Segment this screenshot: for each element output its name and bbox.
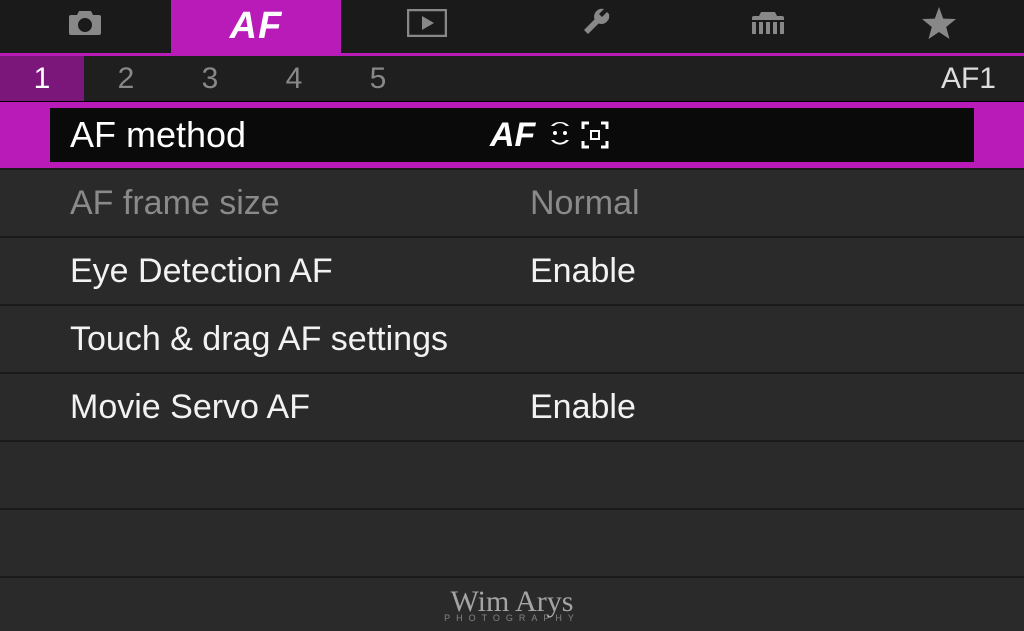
menu-label: Touch & drag AF settings — [70, 320, 530, 359]
camera-menu-screen: AF 1 2 3 4 5 — [0, 0, 1024, 631]
star-icon — [922, 7, 956, 47]
face-detect-icon — [547, 120, 573, 151]
page-indicator-bar: 1 2 3 4 5 AF1 — [0, 56, 1024, 102]
menu-item-empty — [0, 510, 1024, 578]
menu-label: Movie Servo AF — [70, 388, 530, 427]
menu-item-touch-drag[interactable]: Touch & drag AF settings — [0, 306, 1024, 374]
menu-label: Eye Detection AF — [70, 252, 530, 291]
menu-item-af-frame-size: AF frame size Normal — [0, 170, 1024, 238]
page-label: AF1 — [941, 56, 996, 101]
tab-custom[interactable] — [683, 0, 854, 53]
af-text-icon: AF — [230, 5, 283, 48]
menu-item-eye-detection[interactable]: Eye Detection AF Enable — [0, 238, 1024, 306]
af-value-text: AF — [490, 116, 535, 155]
menu-value: Enable — [530, 252, 954, 291]
page-1[interactable]: 1 — [0, 56, 84, 101]
wrench-icon — [581, 7, 613, 47]
page-3[interactable]: 3 — [168, 56, 252, 101]
menu-label: AF frame size — [70, 184, 530, 223]
tab-af[interactable]: AF — [171, 0, 342, 53]
menu-item-empty — [0, 442, 1024, 510]
camera-icon — [67, 9, 103, 45]
menu-label: AF method — [70, 114, 490, 156]
custom-camera-icon — [748, 8, 788, 46]
page-2[interactable]: 2 — [84, 56, 168, 101]
page-numbers: 1 2 3 4 5 — [0, 56, 420, 101]
main-tab-bar: AF — [0, 0, 1024, 56]
tab-setup[interactable] — [512, 0, 683, 53]
play-icon — [407, 9, 447, 45]
tab-playback[interactable] — [341, 0, 512, 53]
page-5[interactable]: 5 — [336, 56, 420, 101]
menu-item-movie-servo[interactable]: Movie Servo AF Enable — [0, 374, 1024, 442]
menu-value: Normal — [530, 184, 954, 223]
tab-mymenu[interactable] — [853, 0, 1024, 53]
menu-value-af-method: AF — [490, 116, 954, 155]
menu-list: AF method AF AF frame size Normal Eye De… — [0, 102, 1024, 631]
menu-item-af-method[interactable]: AF method AF — [0, 102, 1024, 170]
tracking-bracket-icon — [581, 121, 609, 149]
menu-value: Enable — [530, 388, 954, 427]
page-4[interactable]: 4 — [252, 56, 336, 101]
tab-shooting[interactable] — [0, 0, 171, 53]
